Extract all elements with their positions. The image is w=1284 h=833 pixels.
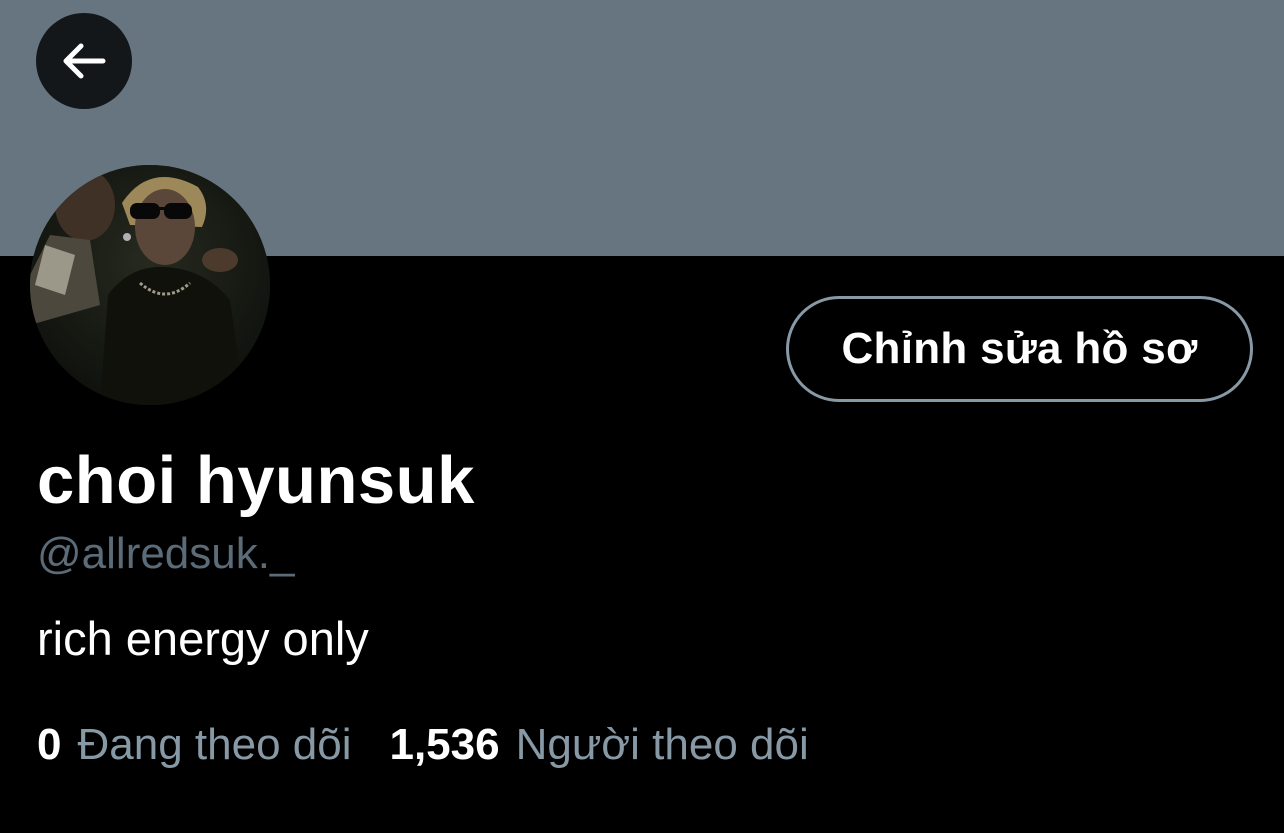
followers-label: Người theo dõi: [515, 720, 809, 769]
profile-page: Chỉnh sửa hồ sơ choi hyunsuk @allredsuk.…: [0, 0, 1284, 833]
avatar-photo: [30, 165, 270, 405]
back-button[interactable]: [36, 13, 132, 109]
profile-handle: @allredsuk._: [37, 529, 295, 578]
arrow-left-icon: [63, 43, 106, 79]
edit-profile-button[interactable]: Chỉnh sửa hồ sơ: [786, 296, 1253, 402]
following-stat[interactable]: 0 Đang theo dõi: [37, 716, 351, 774]
following-count: 0: [37, 720, 62, 769]
avatar[interactable]: [30, 165, 270, 405]
display-name: choi hyunsuk: [37, 443, 475, 518]
profile-bio: rich energy only: [37, 612, 369, 665]
followers-count: 1,536: [389, 720, 500, 769]
follow-stats: 0 Đang theo dõi 1,536 Người theo dõi: [37, 716, 809, 774]
followers-stat[interactable]: 1,536 Người theo dõi: [389, 716, 808, 774]
following-label: Đang theo dõi: [77, 720, 352, 769]
